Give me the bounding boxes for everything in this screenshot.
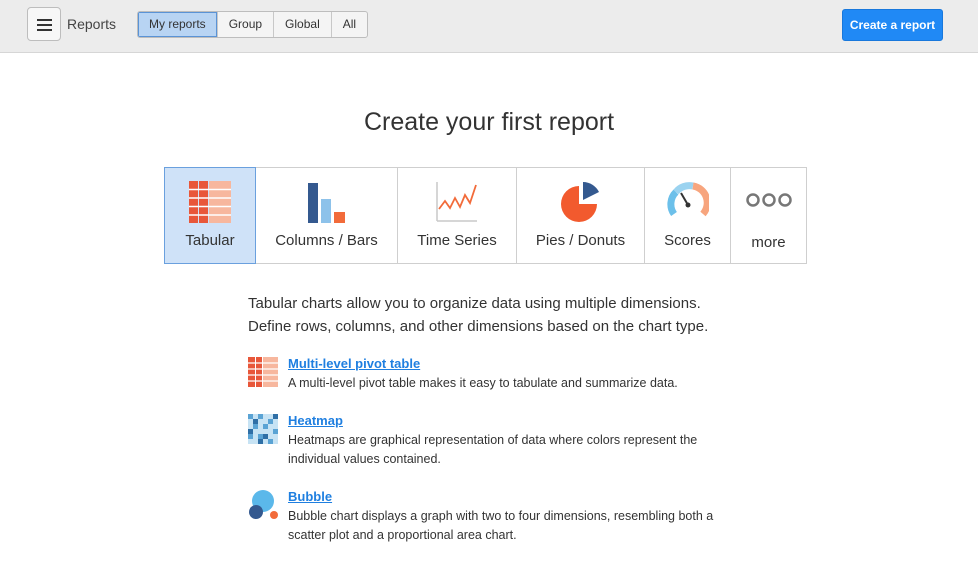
page-title: Create your first report <box>363 108 615 136</box>
chart-type-label: Time Series <box>417 232 497 249</box>
heatmap-link[interactable]: Heatmap <box>288 413 343 428</box>
chart-type-label: Scores <box>664 232 711 249</box>
description-line-1: Tabular charts allow you to organize dat… <box>248 295 701 312</box>
heatmap-icon <box>248 414 278 444</box>
chart-type-label: Columns / Bars <box>275 232 378 249</box>
tab-global[interactable]: Global <box>274 12 332 37</box>
description-line-2: Define rows, columns, and other dimensio… <box>248 318 709 335</box>
bubble-description: Bubble chart displays a graph with two t… <box>288 509 714 542</box>
columns-bars-icon <box>307 183 345 223</box>
top-bar: Reports My reports Group Global All Crea… <box>0 0 978 53</box>
time-series-icon <box>436 182 477 222</box>
report-scope-tabs: My reports Group Global All <box>137 11 369 38</box>
pivot-table-icon <box>248 357 278 387</box>
chart-type-label: more <box>751 234 786 251</box>
tab-group[interactable]: Group <box>218 12 275 37</box>
chart-type-time-series[interactable]: Time Series <box>398 167 517 264</box>
scores-gauge-icon <box>666 182 709 217</box>
tab-my-reports[interactable]: My reports <box>138 12 218 37</box>
chart-type-selector: Tabular Columns / Bars Time Series Pies … <box>164 167 807 264</box>
bubble-icon <box>249 490 278 519</box>
chart-type-columns-bars[interactable]: Columns / Bars <box>256 167 398 264</box>
chart-type-more[interactable]: more <box>731 167 807 264</box>
bubble-link[interactable]: Bubble <box>288 489 332 504</box>
create-report-button[interactable]: Create a report <box>842 9 943 41</box>
tabular-icon <box>189 181 231 223</box>
pivot-table-link[interactable]: Multi-level pivot table <box>288 356 420 371</box>
chart-type-tabular[interactable]: Tabular <box>164 167 256 264</box>
chart-type-scores[interactable]: Scores <box>645 167 731 264</box>
tab-all[interactable]: All <box>332 12 367 37</box>
hamburger-icon[interactable] <box>27 7 61 41</box>
app-title: Reports <box>67 16 117 32</box>
pivot-table-description: A multi-level pivot table makes it easy … <box>288 376 678 390</box>
more-dots-icon <box>745 193 792 207</box>
chart-type-pies-donuts[interactable]: Pies / Donuts <box>517 167 645 264</box>
pie-donut-icon <box>560 182 599 222</box>
heatmap-description: Heatmaps are graphical representation of… <box>288 433 698 466</box>
chart-type-description: Tabular charts allow you to organize dat… <box>248 292 768 338</box>
chart-type-label: Pies / Donuts <box>535 232 626 249</box>
chart-type-label: Tabular <box>185 232 235 249</box>
